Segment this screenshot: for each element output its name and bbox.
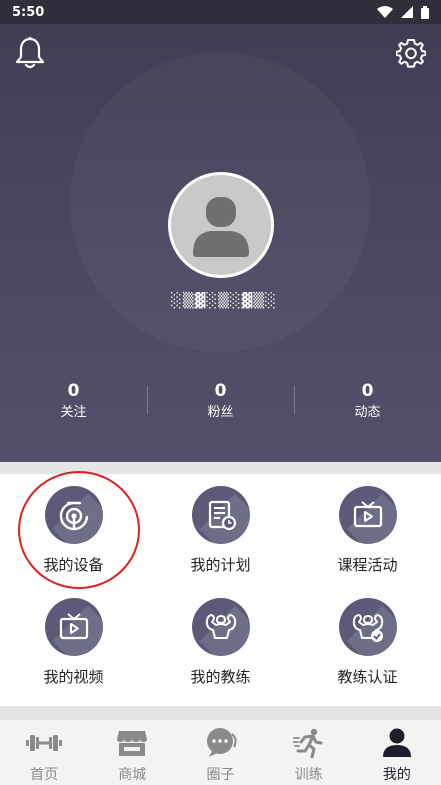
grid-item-label: 我的设备	[43, 556, 104, 574]
nav-label: 首页	[30, 767, 59, 783]
coach-muscle-icon	[191, 598, 250, 656]
device-icon	[44, 486, 103, 544]
profile-screen: 5:50 ░▒▓░▒░▓▒░ 0 关注 0 粉丝 0 动态 我的设备 我的计划 …	[0, 0, 441, 785]
plan-icon	[191, 486, 250, 544]
status-icons	[377, 5, 429, 19]
grid-item-label: 课程活动	[337, 556, 398, 574]
nav-circle[interactable]: 圈子	[176, 720, 264, 785]
video-tv-icon	[44, 598, 103, 656]
stat-posts[interactable]: 0 动态	[294, 380, 441, 430]
grid-item-course-activity[interactable]: 课程活动	[294, 474, 441, 588]
status-bar: 5:50	[0, 0, 441, 24]
status-time: 5:50	[12, 4, 45, 20]
profile-header: 5:50 ░▒▓░▒░▓▒░ 0 关注 0 粉丝 0 动态	[0, 0, 441, 462]
grid-item-my-coach[interactable]: 我的教练	[147, 588, 294, 706]
bottom-nav: 首页 商城 圈子 训练 我的	[0, 720, 441, 785]
username: ░▒▓░▒░▓▒░	[171, 293, 277, 309]
bell-icon[interactable]	[14, 36, 46, 70]
feature-grid-card: 我的设备 我的计划 课程活动 我的视频 我的教练 教练认证	[0, 471, 441, 706]
battery-icon	[421, 5, 429, 19]
grid-item-label: 我的教练	[190, 668, 251, 686]
stat-value: 0	[214, 381, 227, 401]
chat-bubble-icon	[203, 728, 239, 758]
stats-bar: 0 关注 0 粉丝 0 动态	[0, 380, 441, 430]
stat-label: 动态	[354, 405, 381, 420]
stat-value: 0	[67, 381, 80, 401]
grid-item-label: 教练认证	[337, 668, 398, 686]
grid-item-label: 我的计划	[190, 556, 251, 574]
avatar[interactable]	[168, 172, 274, 278]
user-icon	[379, 728, 415, 758]
coach-cert-icon	[338, 598, 397, 656]
nav-mine[interactable]: 我的	[353, 720, 441, 785]
default-user-icon	[193, 197, 249, 257]
dumbbell-icon	[26, 728, 63, 758]
nav-label: 我的	[382, 767, 411, 783]
signal-icon	[401, 6, 413, 18]
stat-value: 0	[361, 381, 374, 401]
nav-label: 圈子	[206, 767, 235, 783]
grid-item-coach-certification[interactable]: 教练认证	[294, 588, 441, 706]
wifi-icon	[377, 6, 393, 18]
nav-shop[interactable]: 商城	[88, 720, 176, 785]
nav-home[interactable]: 首页	[0, 720, 88, 785]
stat-followers[interactable]: 0 粉丝	[147, 380, 294, 430]
nav-label: 商城	[118, 767, 147, 783]
grid-item-my-plan[interactable]: 我的计划	[147, 474, 294, 588]
nav-label: 训练	[294, 767, 323, 783]
stat-label: 关注	[60, 405, 87, 420]
grid-item-my-device[interactable]: 我的设备	[0, 471, 147, 589]
nav-training[interactable]: 训练	[265, 720, 353, 785]
shop-icon	[114, 728, 150, 758]
grid-item-my-video[interactable]: 我的视频	[0, 588, 147, 706]
feature-grid: 我的设备 我的计划 课程活动 我的视频 我的教练 教练认证	[0, 471, 441, 706]
stat-following[interactable]: 0 关注	[0, 380, 147, 430]
runner-icon	[291, 728, 327, 758]
stat-label: 粉丝	[207, 405, 234, 420]
avatar-placeholder	[171, 175, 271, 275]
grid-item-label: 我的视频	[43, 668, 104, 686]
course-tv-icon	[338, 486, 397, 544]
settings-gear-icon[interactable]	[396, 38, 426, 68]
